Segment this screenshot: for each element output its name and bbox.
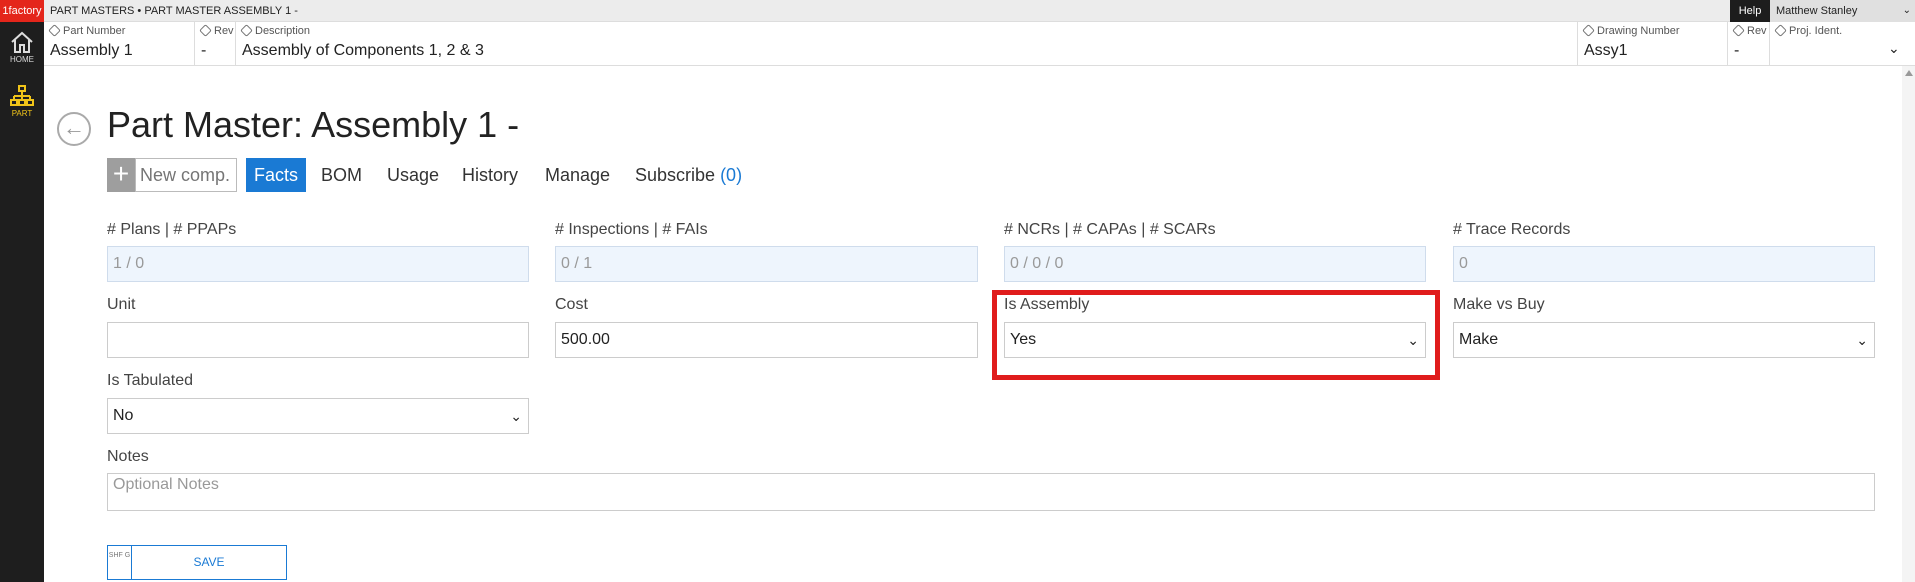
proj-ident-label: Proj. Ident. — [1789, 25, 1843, 37]
tab-usage[interactable]: Usage — [387, 158, 439, 192]
header-drawing-number[interactable]: Drawing Number Assy1 — [1578, 22, 1728, 66]
subscribe-count: (0) — [720, 165, 743, 185]
plans-field: 1 / 0 — [107, 246, 529, 282]
left-rail: HOME PART — [0, 22, 44, 582]
make-vs-buy-select[interactable]: Make ⌄ — [1453, 322, 1875, 358]
tag-icon — [199, 24, 212, 37]
breadcrumb: PART MASTERS • PART MASTER ASSEMBLY 1 - — [50, 5, 298, 17]
description-value: Assembly of Components 1, 2 & 3 — [242, 42, 484, 59]
tab-subscribe[interactable]: Subscribe (0) — [635, 158, 742, 192]
header-expand-chevron-icon[interactable]: ⌄ — [1888, 40, 1900, 57]
home-icon — [11, 31, 33, 53]
drawing-number-value: Assy1 — [1584, 42, 1628, 59]
rev-label: Rev — [214, 25, 234, 37]
save-label: SAVE — [193, 555, 225, 569]
tag-icon — [1582, 24, 1595, 37]
tag-icon — [240, 24, 253, 37]
header-description[interactable]: Description Assembly of Components 1, 2 … — [236, 22, 1578, 66]
header-part-number[interactable]: Part Number Assembly 1 — [44, 22, 195, 66]
new-component-input[interactable] — [135, 158, 237, 192]
is-tabulated-label: Is Tabulated — [107, 372, 193, 389]
chevron-down-icon: ⌄ — [1902, 5, 1911, 16]
unit-label: Unit — [107, 296, 136, 313]
user-menu[interactable]: Matthew Stanley ⌄ — [1770, 0, 1915, 22]
part-number-label: Part Number — [63, 25, 126, 37]
tab-history[interactable]: History — [462, 158, 518, 192]
header-drawing-rev[interactable]: Rev - — [1728, 22, 1770, 66]
notes-textarea[interactable]: Optional Notes — [107, 473, 1875, 511]
unit-input[interactable] — [107, 322, 529, 358]
inspections-label: # Inspections | # FAIs — [555, 221, 708, 238]
rail-part[interactable]: PART — [0, 84, 44, 118]
rail-home-label: HOME — [10, 55, 34, 64]
rail-part-label: PART — [11, 109, 33, 118]
part-number-value: Assembly 1 — [50, 42, 133, 59]
tag-icon — [48, 24, 61, 37]
tab-bom[interactable]: BOM — [321, 158, 362, 192]
is-tabulated-value: No — [113, 407, 134, 424]
rev-value: - — [201, 42, 207, 59]
inspections-field: 0 / 1 — [555, 246, 978, 282]
trace-label: # Trace Records — [1453, 221, 1571, 238]
top-bar: 1factory PART MASTERS • PART MASTER ASSE… — [0, 0, 1915, 22]
tab-facts[interactable]: Facts — [246, 158, 307, 192]
ncrs-label: # NCRs | # CAPAs | # SCARs — [1004, 221, 1216, 238]
ncrs-field: 0 / 0 / 0 — [1004, 246, 1426, 282]
help-button[interactable]: Help — [1730, 0, 1770, 22]
drawing-number-label: Drawing Number — [1597, 25, 1680, 37]
drawing-rev-label: Rev — [1747, 25, 1767, 37]
trace-field: 0 — [1453, 246, 1875, 282]
drawing-rev-value: - — [1734, 42, 1740, 59]
add-component-button[interactable]: + — [107, 158, 135, 192]
plus-icon: + — [112, 158, 130, 189]
make-vs-buy-label: Make vs Buy — [1453, 296, 1545, 313]
save-shortcut: SHF G — [108, 546, 132, 579]
make-vs-buy-value: Make — [1459, 331, 1499, 348]
is-tabulated-select[interactable]: No ⌄ — [107, 398, 529, 434]
chevron-down-icon: ⌄ — [510, 408, 522, 424]
highlight-box — [992, 290, 1440, 380]
description-label: Description — [255, 25, 311, 37]
rail-home[interactable]: HOME — [0, 30, 44, 64]
back-arrow-icon: ← — [63, 115, 85, 140]
app-logo[interactable]: 1factory — [0, 0, 44, 22]
save-button[interactable]: SHF G SAVE — [107, 545, 287, 580]
notes-label: Notes — [107, 448, 149, 465]
page-title: Part Master: Assembly 1 - — [107, 104, 520, 145]
hierarchy-icon — [10, 85, 34, 106]
cost-input[interactable]: 500.00 — [555, 322, 978, 358]
scrollbar[interactable] — [1902, 66, 1915, 582]
plans-label: # Plans | # PPAPs — [107, 221, 237, 238]
chevron-down-icon: ⌄ — [1856, 332, 1868, 348]
tab-subscribe-label: Subscribe — [635, 165, 716, 185]
tag-icon — [1774, 24, 1787, 37]
scroll-up-icon[interactable] — [1905, 70, 1913, 76]
back-button[interactable]: ← — [57, 112, 91, 146]
cost-label: Cost — [555, 296, 588, 313]
header-rev[interactable]: Rev - — [195, 22, 236, 66]
tab-manage[interactable]: Manage — [545, 158, 610, 192]
user-name: Matthew Stanley — [1776, 5, 1858, 17]
tag-icon — [1732, 24, 1745, 37]
